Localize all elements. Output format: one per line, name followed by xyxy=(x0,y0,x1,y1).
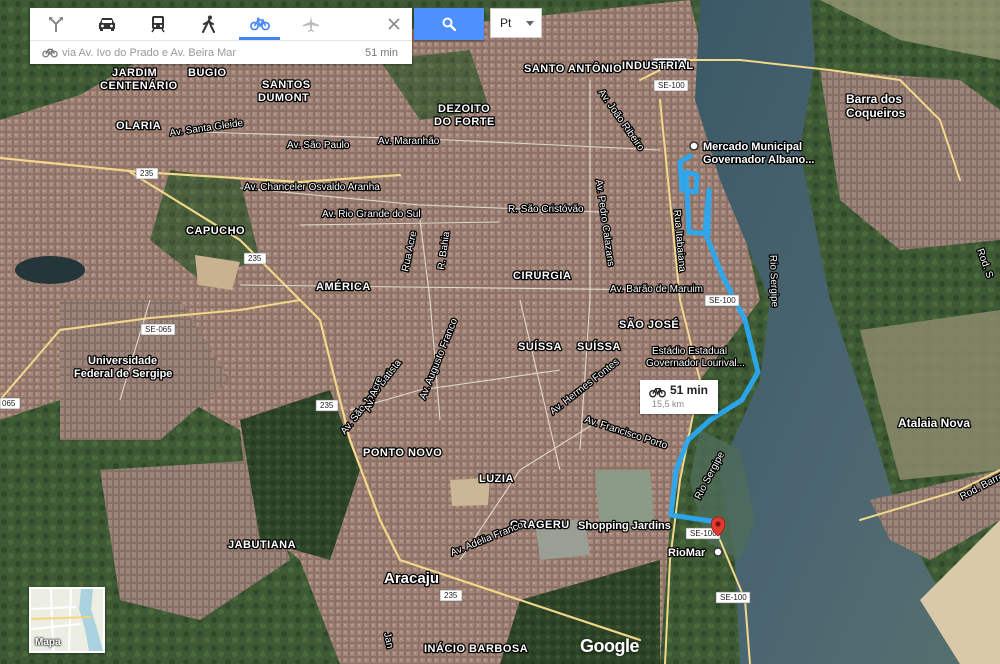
label-federal-sergipe: Federal de Sergipe xyxy=(74,368,172,380)
svg-text:SE-100: SE-100 xyxy=(709,296,736,305)
street-sao-paulo: Av. São Paulo xyxy=(287,140,350,151)
label-suissa-1: SUÍSSA xyxy=(518,340,562,353)
svg-text:065: 065 xyxy=(2,399,16,408)
mode-transit-button[interactable] xyxy=(132,8,183,40)
route-shield-se100-b: SE-100 xyxy=(653,79,689,92)
mode-any-button[interactable] xyxy=(30,8,81,40)
route-shield-se100-e: SE-100 xyxy=(715,591,751,604)
label-centenario: CENTENÁRIO xyxy=(100,79,178,92)
route-summary-row[interactable]: via Av. Ivo do Prado e Av. Beira Mar 51 … xyxy=(30,41,412,64)
label-jabutiana: JABUTIANA xyxy=(228,539,296,551)
google-logo: Google xyxy=(580,636,640,656)
car-icon xyxy=(98,18,115,31)
mode-bike-button[interactable] xyxy=(234,8,285,40)
close-icon xyxy=(388,18,400,30)
route-duration: 51 min xyxy=(364,46,398,59)
label-jardim: JARDIM xyxy=(112,67,157,79)
route-shield-se100-c: SE-100 xyxy=(704,294,740,307)
label-dumont: DUMONT xyxy=(258,92,309,104)
label-do-forte: DO FORTE xyxy=(434,116,495,128)
route-via-text: via Av. Ivo do Prado e Av. Beira Mar xyxy=(62,46,237,59)
svg-text:SE-100: SE-100 xyxy=(720,593,747,602)
route-shield-235-a: 235 xyxy=(135,167,159,180)
route-shield-065: 065 xyxy=(0,397,21,410)
mode-flight-button[interactable] xyxy=(285,8,336,40)
airplane-icon xyxy=(302,16,319,32)
route-shield-se065: SE-065 xyxy=(140,323,176,336)
label-coqueiros: Coqueiros xyxy=(846,106,906,120)
label-dezoito: DEZOITO xyxy=(438,103,490,115)
svg-text:235: 235 xyxy=(248,254,262,263)
label-estadio-2: Governador Lourival... xyxy=(646,358,745,369)
label-inacio-barbosa: INÁCIO BARBOSA xyxy=(424,642,528,655)
route-shield-235-b: 235 xyxy=(243,252,267,265)
label-cirurgia: CIRURGIA xyxy=(513,270,571,282)
svg-text:235: 235 xyxy=(320,401,334,410)
bicycle-icon xyxy=(249,17,270,31)
bicycle-icon xyxy=(649,387,666,398)
street-rio-grande: Av. Rio Grande do Sul xyxy=(322,209,421,220)
label-aracaju: Aracaju xyxy=(384,570,439,587)
route-bubble-time: 51 min xyxy=(670,383,709,397)
svg-text:SE-065: SE-065 xyxy=(145,325,172,334)
origin-label-line1: Mercado Municipal xyxy=(703,141,802,153)
route-fork-icon xyxy=(48,17,63,32)
travel-mode-bar xyxy=(30,8,412,41)
origin-label-line2: Governador Albano... xyxy=(703,154,814,166)
search-button[interactable] xyxy=(414,8,484,40)
train-icon xyxy=(150,16,165,33)
language-select[interactable]: Pt xyxy=(490,8,542,38)
minimap-label: Mapa xyxy=(35,637,61,648)
svg-text:235: 235 xyxy=(140,169,154,178)
label-santos: SANTOS xyxy=(262,79,311,91)
label-luzia: LUZIA xyxy=(479,473,514,485)
route-info-bubble[interactable]: 51 min 15,5 km xyxy=(640,380,718,414)
label-suissa-2: SUÍSSA xyxy=(577,340,621,353)
mode-walk-button[interactable] xyxy=(183,8,234,40)
mode-car-button[interactable] xyxy=(81,8,132,40)
street-sao-cristovao: R. São Cristóvão xyxy=(508,204,584,215)
label-industrial: INDUSTRIAL xyxy=(622,60,694,72)
label-america: AMÉRICA xyxy=(316,280,371,293)
svg-text:235: 235 xyxy=(444,591,458,600)
search-icon xyxy=(442,17,456,31)
label-sao-jose: SÃO JOSÉ xyxy=(619,318,679,331)
walking-icon xyxy=(201,15,215,33)
label-universidade: Universidade xyxy=(88,355,157,367)
label-atalaia-nova: Atalaia Nova xyxy=(898,416,970,430)
map-canvas[interactable]: SE-100 SE-100 SE-100 SE-100 SE-100 235 2… xyxy=(0,0,1000,664)
label-santo-antonio: SANTO ANTÔNIO xyxy=(524,62,622,75)
destination-label: RioMar xyxy=(668,547,706,559)
language-select-value: Pt xyxy=(500,16,512,30)
route-bubble-distance: 15,5 km xyxy=(652,399,685,409)
route-shield-235-c: 235 xyxy=(315,399,339,412)
label-bugio: BUGIO xyxy=(188,67,227,79)
street-maranhao: Av. Maranhão xyxy=(378,136,440,147)
route-shield-235-d: 235 xyxy=(439,589,463,602)
svg-text:SE-100: SE-100 xyxy=(658,81,685,90)
street-osvaldo-aranha: Av. Chanceler Osvaldo Aranha xyxy=(244,182,380,193)
label-barra: Barra dos xyxy=(846,92,902,106)
label-olaria: OLARIA xyxy=(116,120,161,132)
label-ponto-novo: PONTO NOVO xyxy=(363,447,442,459)
bicycle-icon xyxy=(42,48,58,58)
directions-panel: via Av. Ivo do Prado e Av. Beira Mar 51 … xyxy=(30,8,412,64)
origin-marker[interactable] xyxy=(689,141,699,151)
chevron-down-icon xyxy=(526,21,534,26)
street-barao: Av. Barão de Maruim xyxy=(610,284,703,295)
label-estadio-1: Estádio Estadual xyxy=(652,346,727,357)
map-type-toggle[interactable]: Mapa xyxy=(29,587,105,653)
label-rio-sergipe-1: Rio Sergipe xyxy=(767,255,780,308)
label-shopping: Shopping Jardins xyxy=(578,520,671,532)
label-capucho: CAPUCHO xyxy=(186,225,245,237)
close-directions-button[interactable] xyxy=(382,12,406,36)
